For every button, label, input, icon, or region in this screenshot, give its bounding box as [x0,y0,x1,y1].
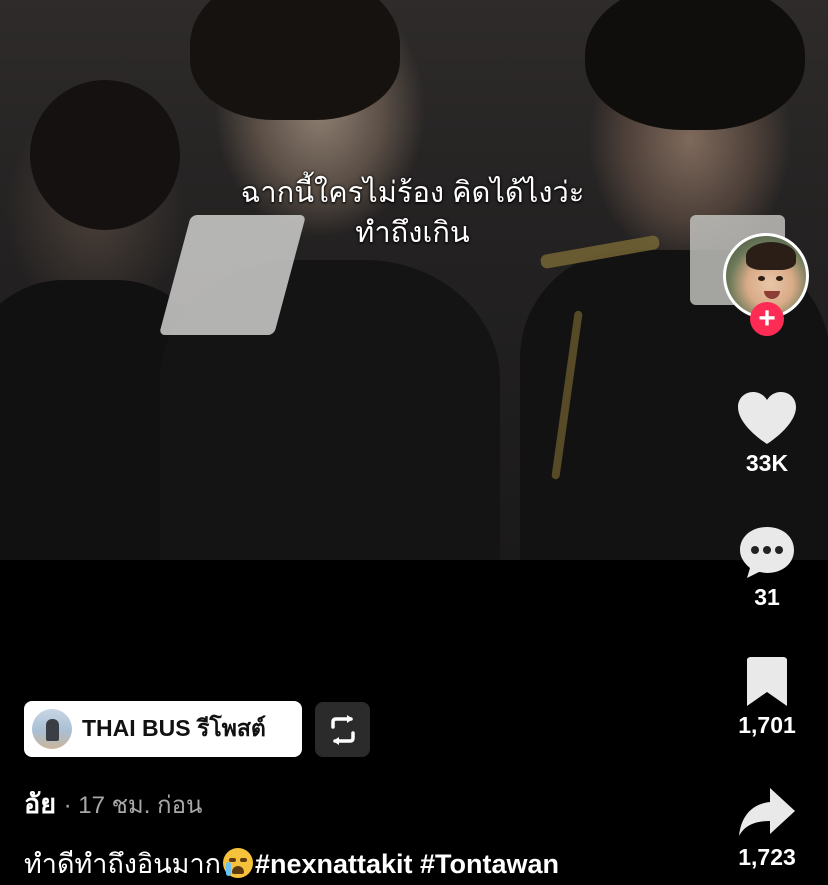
heart-icon [738,392,796,444]
post-time: · 17 ชม. ก่อน [63,792,203,819]
comment-icon [740,527,794,578]
reposter-avatar [32,709,72,749]
author-name[interactable]: อัย [24,789,56,819]
creator-avatar-group[interactable]: + [723,233,813,336]
repost-label: THAI BUS รีโพสต์ [82,715,266,741]
share-button[interactable]: 1,723 [717,786,817,871]
video-player[interactable]: ฉากนี้ใครไม่ร้อง คิดได้ไงว่ะ ทำถึงเกิน [0,0,828,560]
repost-button[interactable] [315,702,370,757]
bookmark-icon [747,657,787,706]
comment-count: 31 [754,584,780,610]
bookmark-count: 1,701 [738,712,796,738]
like-button[interactable]: 33K [717,390,817,477]
bookmark-button[interactable]: 1,701 [717,656,817,739]
video-figure-center-hair [190,0,400,120]
repost-chip[interactable]: THAI BUS รีโพสต์ [24,701,302,757]
repost-icon [330,714,355,745]
crying-emoji-icon [222,848,253,878]
caption-hashtags[interactable]: #nexnattakit #Tontawan [255,849,559,879]
post-caption: ทำดีทำถึงอินมาก #nexnattakit #Tontawan [24,842,559,885]
share-count: 1,723 [738,844,796,870]
follow-button[interactable]: + [750,302,784,336]
subtitle-line-2: ทำถึงเกิน [355,217,470,249]
video-subtitle: ฉากนี้ใครไม่ร้อง คิดได้ไงว่ะ ทำถึงเกิน [0,173,828,253]
share-icon [739,788,795,836]
caption-text: ทำดีทำถึงอินมาก [24,849,221,879]
post-author-line: อัย · 17 ชม. ก่อน [24,782,202,825]
like-count: 33K [745,450,789,476]
video-figure-right-hair [585,0,805,130]
comment-button[interactable]: 31 [717,524,817,611]
subtitle-line-1: ฉากนี้ใครไม่ร้อง คิดได้ไงว่ะ [240,177,585,209]
